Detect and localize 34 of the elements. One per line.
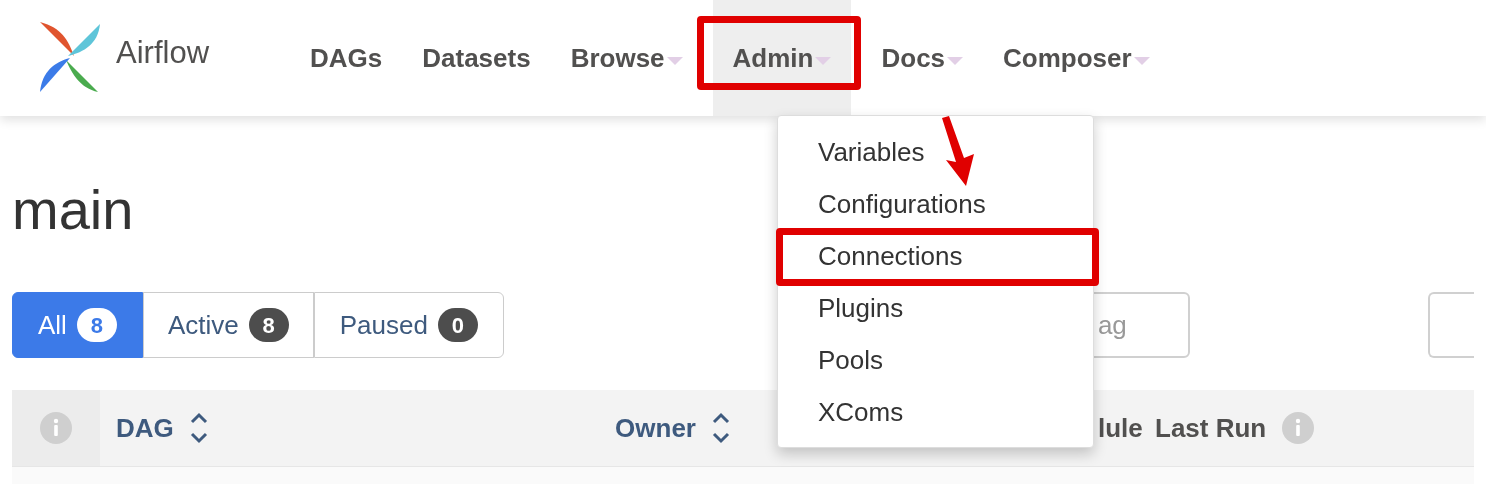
column-header[interactable]: lule xyxy=(1098,408,1143,448)
count-badge: 8 xyxy=(76,308,117,342)
sort-icon[interactable] xyxy=(712,412,730,444)
filter-tab[interactable]: Paused 0 xyxy=(313,292,504,358)
nav-link[interactable]: Composer xyxy=(983,0,1170,116)
page-title: main xyxy=(12,182,134,234)
menu-item[interactable]: Connections xyxy=(778,236,963,276)
info-icon[interactable] xyxy=(1282,412,1315,444)
caret-icon xyxy=(666,57,683,65)
sort-icon[interactable] xyxy=(189,412,208,444)
menu-item[interactable]: XComs xyxy=(778,392,904,432)
filter-tab[interactable]: Active 8 xyxy=(142,292,314,358)
nav-link[interactable]: Docs xyxy=(861,0,984,116)
column-header[interactable]: DAG xyxy=(116,408,174,448)
menu-item[interactable]: Variables xyxy=(778,132,925,172)
nav-link[interactable]: Datasets xyxy=(402,0,551,116)
count-badge: 8 xyxy=(248,308,289,342)
caret-icon xyxy=(1133,57,1150,65)
pinwheel-logo-icon xyxy=(38,22,102,94)
nav-link[interactable]: Browse xyxy=(550,0,703,116)
column-header[interactable]: Last Run xyxy=(1155,408,1267,448)
column-header[interactable]: Owner xyxy=(615,408,696,448)
filter-tab[interactable]: All 8 xyxy=(12,292,143,358)
caret-icon xyxy=(947,57,964,65)
nav-link[interactable]: DAGs xyxy=(290,0,403,116)
menu-item[interactable]: Plugins xyxy=(778,288,904,328)
brand-name[interactable]: Airflow xyxy=(116,29,209,77)
menu-item[interactable]: Configurations xyxy=(778,184,986,224)
annotation-arrow xyxy=(940,116,976,188)
search-field[interactable] xyxy=(1428,292,1474,358)
caret-icon xyxy=(815,57,832,65)
menu-item[interactable]: Pools xyxy=(778,340,884,380)
info-icon[interactable] xyxy=(40,412,72,444)
count-badge: 0 xyxy=(437,308,478,342)
